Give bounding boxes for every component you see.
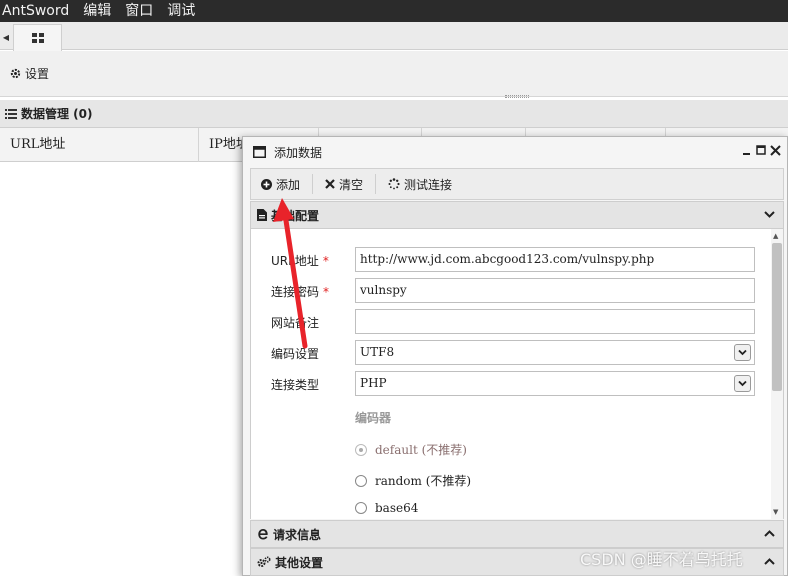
chevron-down-icon[interactable] — [734, 375, 751, 392]
menubar: AntSword 编辑 窗口 调试 — [0, 0, 788, 22]
section-basic-config[interactable]: 基础配置 — [250, 201, 784, 229]
tab-home[interactable] — [13, 24, 62, 51]
tab-scroll-left-icon[interactable]: ◀ — [0, 28, 12, 48]
menu-debug[interactable]: 调试 — [159, 0, 201, 22]
note-input[interactable] — [355, 309, 755, 334]
chevron-down-icon[interactable] — [734, 344, 751, 361]
grid-icon — [31, 32, 44, 43]
password-label: 连接密码 * — [271, 285, 330, 299]
data-manager-header: 数据管理 (0) — [0, 100, 788, 128]
toolbar-separator — [312, 174, 314, 194]
add-label: 添加 — [276, 177, 301, 192]
settings-button[interactable]: 设置 — [10, 65, 49, 82]
url-input[interactable]: http://www.jd.com.abcgood123.com/vulnspy… — [355, 247, 755, 272]
encoder-option-base64[interactable]: base64 — [355, 501, 418, 515]
add-button[interactable]: 添加 — [261, 176, 310, 193]
watermark: CSDN @睡不着乌托托 — [580, 550, 743, 569]
settings-label: 设置 — [25, 67, 50, 81]
times-icon — [325, 179, 335, 189]
section-request-info[interactable]: 请求信息 — [250, 520, 784, 548]
plus-circle-icon — [261, 178, 272, 190]
section-other-label: 其他设置 — [275, 555, 324, 570]
scroll-thumb[interactable] — [772, 243, 782, 391]
window-icon — [253, 146, 266, 158]
encoding-value: UTF8 — [360, 345, 395, 359]
encoding-row: 编码设置 UTF8 — [251, 340, 771, 366]
cogs-icon — [257, 556, 271, 567]
dialog-controls — [742, 144, 781, 156]
main-toolbar: 设置 — [0, 51, 788, 97]
add-data-dialog: 添加数据 添加 清空 测试连接 基础配置 URL地址 * http://www.… — [242, 136, 788, 576]
type-value: PHP — [360, 376, 387, 390]
tab-strip: ◀ — [0, 22, 788, 51]
chevron-up-icon — [764, 530, 775, 537]
form-scrollbar[interactable]: ▲ ▼ — [771, 229, 783, 519]
test-connection-label: 测试连接 — [404, 177, 453, 192]
minimize-icon[interactable] — [742, 144, 752, 156]
scroll-up-icon[interactable]: ▲ — [773, 232, 778, 240]
data-manager-title: 数据管理 (0) — [21, 107, 93, 121]
document-icon — [257, 209, 267, 221]
close-icon[interactable] — [770, 144, 781, 156]
list-icon — [5, 108, 17, 119]
encoder-option-label: default (不推荐) — [375, 443, 467, 457]
encoding-label: 编码设置 — [271, 347, 320, 361]
required-mark: * — [323, 285, 330, 299]
url-row: URL地址 * http://www.jd.com.abcgood123.com/… — [251, 247, 771, 273]
password-row: 连接密码 * vulnspy — [251, 278, 771, 304]
radio-icon[interactable] — [355, 474, 367, 487]
gear-icon — [10, 68, 21, 79]
note-label: 网站备注 — [271, 316, 320, 330]
dialog-titlebar[interactable]: 添加数据 — [243, 137, 787, 167]
password-input[interactable]: vulnspy — [355, 278, 755, 303]
resize-grip[interactable] — [505, 95, 529, 98]
encoding-select[interactable]: UTF8 — [355, 340, 755, 365]
ie-icon — [258, 529, 268, 540]
section-request-label: 请求信息 — [273, 527, 322, 542]
radio-checked-icon[interactable] — [355, 443, 367, 456]
maximize-icon[interactable] — [756, 144, 766, 156]
menu-edit[interactable]: 编辑 — [75, 0, 117, 22]
basic-config-form: URL地址 * http://www.jd.com.abcgood123.com/… — [250, 229, 784, 519]
encoder-label: 编码器 — [355, 411, 392, 425]
menu-window[interactable]: 窗口 — [117, 0, 159, 22]
encoder-option-random[interactable]: random (不推荐) — [355, 472, 471, 489]
radio-icon[interactable] — [355, 502, 367, 514]
required-mark: * — [322, 254, 329, 268]
dialog-title: 添加数据 — [274, 145, 323, 160]
url-label: URL地址 * — [271, 254, 329, 268]
type-select[interactable]: PHP — [355, 371, 755, 396]
section-basic-label: 基础配置 — [271, 208, 320, 223]
column-url[interactable]: URL地址 — [0, 128, 199, 162]
clear-label: 清空 — [339, 177, 364, 192]
encoder-option-label: base64 — [375, 501, 419, 515]
spinner-icon — [388, 178, 400, 190]
scroll-down-icon[interactable]: ▼ — [773, 508, 778, 516]
type-label: 连接类型 — [271, 378, 320, 392]
type-row: 连接类型 PHP — [251, 371, 771, 397]
encoder-option-label: random (不推荐) — [375, 474, 472, 488]
chevron-down-icon — [764, 211, 775, 218]
test-connection-button[interactable]: 测试连接 — [388, 176, 462, 193]
chevron-up-icon — [764, 558, 775, 565]
toolbar-separator — [375, 174, 377, 194]
clear-button[interactable]: 清空 — [325, 176, 373, 193]
app-menu[interactable]: AntSword — [0, 0, 75, 22]
dialog-toolbar: 添加 清空 测试连接 — [250, 168, 784, 200]
encoder-option-default[interactable]: default (不推荐) — [355, 441, 467, 458]
note-row: 网站备注 — [251, 309, 771, 335]
